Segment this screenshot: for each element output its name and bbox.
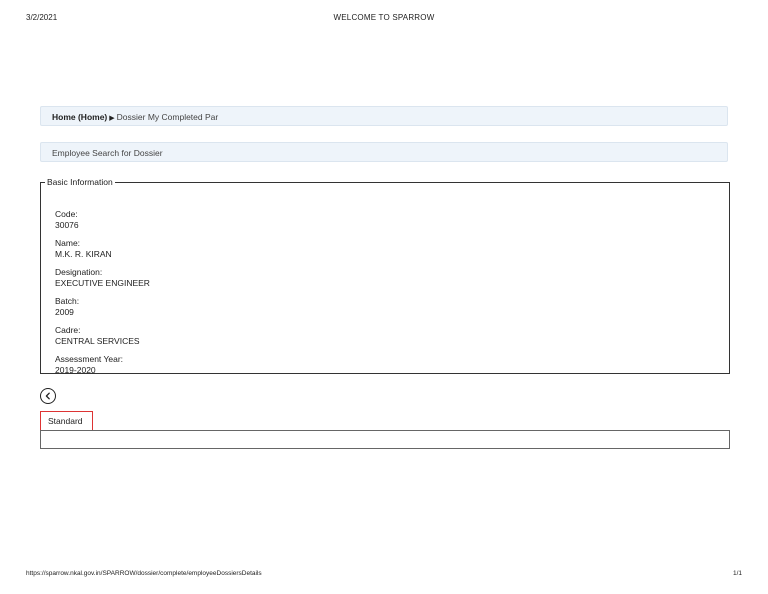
field-label: Cadre: — [55, 325, 81, 335]
breadcrumb: Home (Home) ▶ Dossier My Completed Par — [40, 106, 728, 126]
field-batch: Batch: 2009 — [55, 296, 150, 325]
basic-information-fields: Code: 30076 Name: M.K. R. KIRAN Designat… — [55, 209, 150, 383]
field-value: 30076 — [55, 220, 79, 230]
field-value: CENTRAL SERVICES — [55, 336, 140, 346]
field-code: Code: 30076 — [55, 209, 150, 238]
field-value: 2019-2020 — [55, 365, 96, 375]
employee-search-bar[interactable]: Employee Search for Dossier — [40, 142, 728, 162]
field-name: Name: M.K. R. KIRAN — [55, 238, 150, 267]
basic-information-legend: Basic Information — [47, 177, 113, 187]
field-label: Name: — [55, 238, 81, 248]
field-label: Assessment Year: — [55, 354, 124, 364]
field-label: Designation: — [55, 267, 103, 277]
basic-information-panel: Basic Information Code: 30076 Name: M.K.… — [40, 177, 730, 375]
field-label: Batch: — [55, 296, 80, 306]
chevron-left-icon — [45, 392, 50, 400]
back-button[interactable] — [40, 388, 56, 404]
print-url: https://sparrow.nkal.gov.in/SPARROW/doss… — [26, 570, 262, 577]
field-designation: Designation: EXECUTIVE ENGINEER — [55, 267, 150, 296]
tab-standard[interactable]: Standard — [40, 411, 93, 431]
field-assessment-year: Assessment Year: 2019-2020 — [55, 354, 150, 383]
print-title: WELCOME TO SPARROW — [333, 13, 435, 22]
breadcrumb-current: Dossier My Completed Par — [116, 112, 219, 122]
breadcrumb-arrow-icon: ▶ — [109, 115, 115, 122]
field-cadre: Cadre: CENTRAL SERVICES — [55, 325, 150, 354]
tab-panel-standard — [40, 430, 730, 449]
field-label: Code: — [55, 209, 78, 219]
breadcrumb-home-link[interactable]: Home (Home) — [52, 112, 107, 122]
print-page-number: 1/1 — [732, 570, 742, 577]
field-value: 2009 — [55, 307, 74, 317]
field-value: EXECUTIVE ENGINEER — [55, 278, 150, 288]
field-value: M.K. R. KIRAN — [55, 249, 112, 259]
